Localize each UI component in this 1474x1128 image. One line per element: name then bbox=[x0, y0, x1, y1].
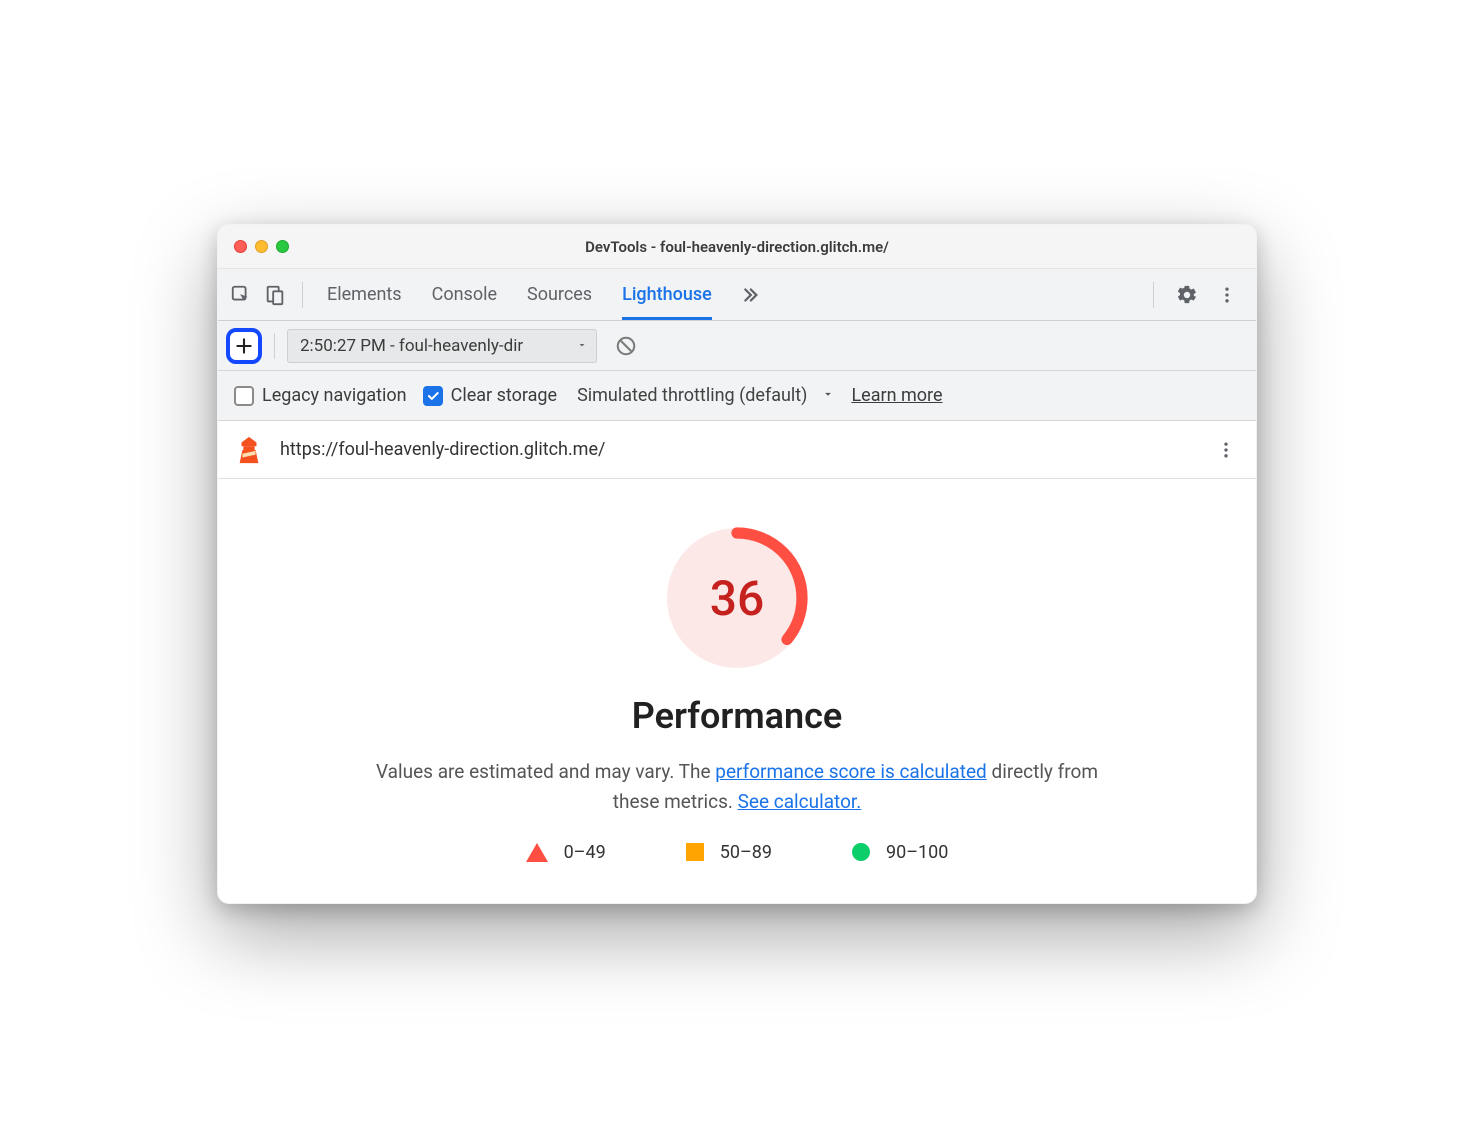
checkbox-unchecked-icon bbox=[234, 386, 254, 406]
report-selector-label: 2:50:27 PM - foul-heavenly-dir bbox=[300, 336, 568, 356]
report-menu-icon[interactable] bbox=[1212, 436, 1240, 464]
performance-score: 36 bbox=[662, 523, 812, 673]
performance-gauge: 36 bbox=[662, 523, 812, 673]
score-calc-link[interactable]: performance score is calculated bbox=[715, 760, 986, 783]
traffic-lights bbox=[218, 240, 289, 253]
tab-sources[interactable]: Sources bbox=[527, 269, 592, 320]
clear-reports-icon[interactable] bbox=[609, 329, 643, 363]
audited-url: https://foul-heavenly-direction.glitch.m… bbox=[280, 439, 1196, 460]
calculator-link[interactable]: See calculator. bbox=[738, 790, 862, 813]
legend-pass-label: 90–100 bbox=[886, 842, 948, 863]
legend-fail: 0–49 bbox=[526, 842, 606, 863]
lighthouse-icon bbox=[234, 435, 264, 465]
throttling-selector[interactable]: Simulated throttling (default) bbox=[577, 385, 835, 406]
kebab-menu-icon[interactable] bbox=[1210, 278, 1244, 312]
lighthouse-options: Legacy navigation Clear storage Simulate… bbox=[218, 371, 1256, 421]
tab-lighthouse[interactable]: Lighthouse bbox=[622, 269, 712, 320]
clear-storage-label: Clear storage bbox=[451, 385, 557, 406]
report-selector[interactable]: 2:50:27 PM - foul-heavenly-dir bbox=[287, 329, 597, 363]
new-report-button[interactable] bbox=[226, 328, 262, 364]
learn-more-link[interactable]: Learn more bbox=[851, 385, 942, 406]
inspect-element-icon[interactable] bbox=[224, 278, 258, 312]
devtools-main-toolbar: Elements Console Sources Lighthouse bbox=[218, 269, 1256, 321]
desc-text: Values are estimated and may vary. The bbox=[376, 760, 715, 783]
close-window-button[interactable] bbox=[234, 240, 247, 253]
toolbar-separator bbox=[302, 282, 303, 308]
legacy-navigation-checkbox[interactable]: Legacy navigation bbox=[234, 385, 407, 406]
performance-title: Performance bbox=[242, 695, 1232, 737]
legend-pass: 90–100 bbox=[852, 842, 948, 863]
score-legend: 0–49 50–89 90–100 bbox=[242, 842, 1232, 863]
tab-elements[interactable]: Elements bbox=[327, 269, 402, 320]
checkbox-checked-icon bbox=[423, 386, 443, 406]
minimize-window-button[interactable] bbox=[255, 240, 268, 253]
device-toggle-icon[interactable] bbox=[258, 278, 292, 312]
lighthouse-report: 36 Performance Values are estimated and … bbox=[218, 479, 1256, 903]
titlebar: DevTools - foul-heavenly-direction.glitc… bbox=[218, 225, 1256, 269]
more-tabs-icon[interactable] bbox=[738, 284, 760, 306]
circle-icon bbox=[852, 843, 870, 861]
legend-average: 50–89 bbox=[686, 842, 772, 863]
window-title: DevTools - foul-heavenly-direction.glitc… bbox=[218, 238, 1256, 256]
clear-storage-checkbox[interactable]: Clear storage bbox=[423, 385, 557, 406]
toolbar-separator bbox=[274, 333, 275, 359]
performance-description: Values are estimated and may vary. The p… bbox=[357, 757, 1117, 816]
legacy-navigation-label: Legacy navigation bbox=[262, 385, 407, 406]
chevron-down-icon bbox=[821, 385, 835, 406]
report-url-bar: https://foul-heavenly-direction.glitch.m… bbox=[218, 421, 1256, 479]
legend-avg-label: 50–89 bbox=[720, 842, 772, 863]
square-icon bbox=[686, 843, 704, 861]
tab-console[interactable]: Console bbox=[432, 269, 497, 320]
throttling-label: Simulated throttling (default) bbox=[577, 385, 807, 406]
chevron-down-icon bbox=[576, 336, 588, 356]
toolbar-separator bbox=[1153, 282, 1154, 308]
legend-fail-label: 0–49 bbox=[564, 842, 606, 863]
zoom-window-button[interactable] bbox=[276, 240, 289, 253]
settings-icon[interactable] bbox=[1170, 278, 1204, 312]
lighthouse-toolbar: 2:50:27 PM - foul-heavenly-dir bbox=[218, 321, 1256, 371]
panel-tabs: Elements Console Sources Lighthouse bbox=[327, 269, 712, 320]
triangle-icon bbox=[526, 843, 548, 862]
devtools-window: DevTools - foul-heavenly-direction.glitc… bbox=[217, 224, 1257, 904]
